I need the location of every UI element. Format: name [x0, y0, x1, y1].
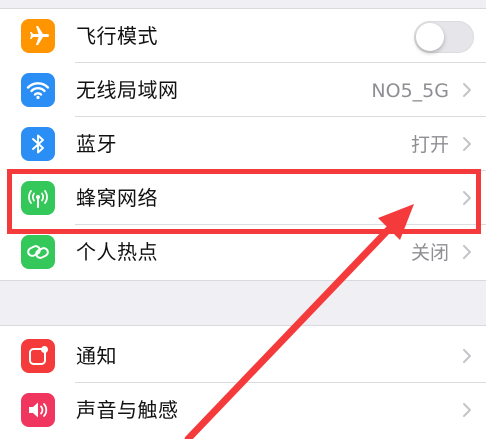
toggle-knob — [416, 23, 444, 51]
settings-row-airplane-mode[interactable]: 飞行模式 — [0, 9, 486, 63]
hotspot-status-value: 关闭 — [410, 242, 449, 264]
settings-row-label: 飞行模式 — [76, 24, 158, 48]
settings-row-label: 蜂窝网络 — [76, 186, 158, 210]
settings-screen: 飞行模式 无线局域网 NO5_5G 蓝牙 打开 蜂窝网络 个人热点 关闭 通知 … — [0, 0, 486, 439]
settings-row-personal-hotspot[interactable]: 个人热点 关闭 — [0, 225, 486, 279]
wifi-icon — [21, 73, 55, 107]
settings-row-wifi[interactable]: 无线局域网 NO5_5G — [0, 63, 486, 117]
airplane-mode-toggle[interactable] — [414, 21, 474, 53]
wifi-network-value: NO5_5G — [371, 80, 449, 102]
settings-row-label: 通知 — [76, 344, 117, 368]
chevron-right-icon — [463, 83, 471, 97]
airplane-icon — [21, 19, 55, 53]
chevron-right-icon — [463, 349, 471, 363]
settings-row-label: 声音与触感 — [76, 398, 179, 422]
chevron-right-icon — [463, 245, 471, 259]
connectivity-group: 飞行模式 无线局域网 NO5_5G 蓝牙 打开 蜂窝网络 个人热点 关闭 — [0, 9, 486, 281]
settings-row-label: 个人热点 — [76, 240, 158, 264]
notification-icon — [21, 339, 55, 373]
cellular-antenna-icon — [21, 181, 55, 215]
settings-row-sounds-haptics[interactable]: 声音与触感 — [0, 383, 486, 437]
settings-row-label: 蓝牙 — [76, 132, 117, 156]
bluetooth-icon — [21, 127, 55, 161]
bluetooth-status-value: 打开 — [410, 134, 449, 156]
chevron-right-icon — [463, 137, 471, 151]
chevron-right-icon — [463, 191, 471, 205]
top-band — [0, 0, 486, 9]
chevron-right-icon — [463, 403, 471, 417]
settings-row-label: 无线局域网 — [76, 78, 179, 102]
settings-row-cellular[interactable]: 蜂窝网络 — [0, 171, 486, 225]
hotspot-link-icon — [21, 235, 55, 269]
speaker-icon — [21, 393, 55, 427]
settings-row-bluetooth[interactable]: 蓝牙 打开 — [0, 117, 486, 171]
notifications-group: 通知 声音与触感 — [0, 325, 486, 439]
settings-row-notifications[interactable]: 通知 — [0, 329, 486, 383]
